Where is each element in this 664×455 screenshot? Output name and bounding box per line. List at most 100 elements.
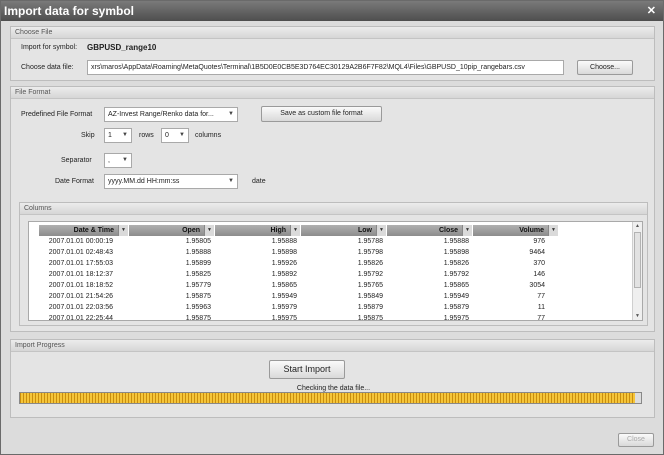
table-cell: 1.95865 (271, 282, 297, 289)
table-cell: 1.95788 (357, 238, 383, 245)
chevron-down-icon: ▼ (122, 132, 128, 138)
table-cell: 2007.01.01 18:12:37 (48, 271, 113, 278)
table-cell: 77 (537, 293, 545, 300)
skip-columns-select[interactable]: 0 ▼ (161, 128, 189, 143)
table-row[interactable]: 2007.01.01 22:03:56 1.95963 1.95979 1.95879… (39, 303, 559, 313)
chevron-down-icon: ▼ (228, 111, 234, 117)
import-progress-bar (19, 392, 642, 404)
save-custom-format-button[interactable]: Save as custom file format (261, 106, 382, 122)
table-cell: 1.95779 (185, 282, 211, 289)
import-progress-title: Import Progress (11, 340, 654, 352)
close-button[interactable]: Close (618, 433, 654, 447)
table-cell: 2007.01.01 21:54:26 (48, 293, 113, 300)
table-cell: 77 (537, 315, 545, 321)
table-cell: 1.95888 (443, 238, 469, 245)
table-cell: 1.95898 (443, 249, 469, 256)
columns-label: columns (195, 132, 222, 139)
table-cell: 1.95879 (357, 304, 383, 311)
table-cell: 2007.01.01 17:55:03 (48, 260, 113, 267)
symbol-value: GBPUSD_range10 (87, 43, 157, 52)
file-format-title: File Format (11, 87, 654, 99)
table-row[interactable]: 2007.01.01 18:18:52 1.95779 1.95865 1.95765… (39, 281, 559, 291)
chevron-up-icon[interactable]: ▲ (635, 223, 640, 229)
date-format-value: yyyy.MM.dd HH:mm:ss (108, 178, 180, 185)
date-format-select[interactable]: yyyy.MM.dd HH:mm:ss ▼ (104, 174, 238, 189)
data-file-input[interactable]: xrs\maros\AppData\Roaming\MetaQuotes\Ter… (87, 60, 564, 75)
table-cell: 1.95898 (271, 249, 297, 256)
table-cell: 1.95888 (185, 249, 211, 256)
chevron-down-icon: ▼ (179, 132, 185, 138)
separator-select[interactable]: , ▼ (104, 153, 132, 168)
table-cell: 3054 (529, 282, 545, 289)
column-header-open[interactable]: Open ▼ (129, 225, 215, 236)
predefined-format-value: AZ-Invest Range/Renko data for... (108, 111, 214, 118)
table-cell: 1.95792 (357, 271, 383, 278)
predefined-format-select[interactable]: AZ-Invest Range/Renko data for... ▼ (104, 107, 238, 122)
column-header-high[interactable]: High ▼ (215, 225, 301, 236)
table-cell: 146 (533, 271, 545, 278)
table-row[interactable]: 2007.01.01 18:12:37 1.95825 1.95892 1.95792… (39, 270, 559, 280)
table-cell: 9464 (529, 249, 545, 256)
table-scrollbar[interactable]: ▲ ▼ (632, 222, 642, 320)
table-cell: 976 (533, 238, 545, 245)
table-row[interactable]: 2007.01.01 17:55:03 1.95899 1.95926 1.95826… (39, 259, 559, 269)
close-icon[interactable]: ✕ (647, 1, 656, 21)
separator-label: Separator (61, 157, 92, 164)
chevron-down-icon: ▼ (228, 178, 234, 184)
choose-file-group: Choose File Import for symbol: GBPUSD_ra… (10, 26, 655, 81)
import-dialog: Import data for symbol ✕ Choose File Imp… (0, 0, 664, 455)
skip-rows-value: 1 (108, 132, 112, 139)
chevron-down-icon[interactable]: ▼ (548, 225, 558, 236)
title-bar: Import data for symbol ✕ (1, 1, 663, 21)
symbol-label: Import for symbol: (21, 44, 78, 51)
skip-rows-select[interactable]: 1 ▼ (104, 128, 132, 143)
table-cell: 1.95888 (271, 238, 297, 245)
columns-group: Columns Date & Time ▼ Open ▼ High ▼ Low ▼ Cl… (19, 202, 648, 326)
data-file-value: xrs\maros\AppData\Roaming\MetaQuotes\Ter… (91, 64, 525, 71)
choose-file-title: Choose File (11, 27, 654, 39)
table-cell: 1.95765 (357, 282, 383, 289)
window-title: Import data for symbol (4, 4, 135, 18)
table-cell: 1.95975 (271, 315, 297, 321)
table-row[interactable]: 2007.01.01 22:25:44 1.95875 1.95975 1.95875… (39, 314, 559, 321)
chevron-down-icon[interactable]: ▼ (462, 225, 472, 236)
table-scrollbar-thumb[interactable] (634, 232, 641, 288)
chevron-down-icon[interactable]: ▼ (376, 225, 386, 236)
table-cell: 1.95979 (271, 304, 297, 311)
import-progress-fill (20, 393, 635, 403)
table-cell: 1.95899 (185, 260, 211, 267)
skip-columns-value: 0 (165, 132, 169, 139)
separator-value: , (108, 157, 110, 164)
table-cell: 2007.01.01 02:48:43 (48, 249, 113, 256)
table-cell: 1.95865 (443, 282, 469, 289)
table-row[interactable]: 2007.01.01 21:54:26 1.95875 1.95949 1.95849… (39, 292, 559, 302)
table-row[interactable]: 2007.01.01 00:00:19 1.95805 1.95888 1.95788… (39, 237, 559, 247)
chevron-down-icon[interactable]: ▼ (635, 313, 640, 319)
column-header-close[interactable]: Close ▼ (387, 225, 473, 236)
predefined-format-label: Predefined File Format (21, 111, 93, 118)
column-header-low[interactable]: Low ▼ (301, 225, 387, 236)
table-cell: 1.95875 (185, 315, 211, 321)
date-suffix-label: date (252, 178, 266, 185)
table-cell: 2007.01.01 22:03:56 (48, 304, 113, 311)
choose-file-button[interactable]: Choose... (577, 60, 633, 75)
table-row[interactable]: 2007.01.01 02:48:43 1.95888 1.95898 1.95798… (39, 248, 559, 258)
table-cell: 1.95849 (357, 293, 383, 300)
chevron-down-icon[interactable]: ▼ (204, 225, 214, 236)
table-cell: 1.95798 (357, 249, 383, 256)
chevron-down-icon[interactable]: ▼ (118, 225, 128, 236)
start-import-button[interactable]: Start Import (269, 360, 345, 379)
table-cell: 2007.01.01 22:25:44 (48, 315, 113, 321)
import-status-text: Checking the data file... (296, 385, 371, 392)
table-cell: 1.95875 (185, 293, 211, 300)
column-header-volume[interactable]: Volume ▼ (473, 225, 559, 236)
table-cell: 1.95949 (443, 293, 469, 300)
table-cell: 2007.01.01 18:18:52 (48, 282, 113, 289)
rows-label: rows (139, 132, 154, 139)
table-cell: 1.95825 (185, 271, 211, 278)
table-cell: 1.95805 (185, 238, 211, 245)
chevron-down-icon[interactable]: ▼ (290, 225, 300, 236)
table-cell: 1.95975 (443, 315, 469, 321)
data-file-label: Choose data file: (21, 64, 74, 71)
column-header-datetime[interactable]: Date & Time ▼ (39, 225, 129, 236)
